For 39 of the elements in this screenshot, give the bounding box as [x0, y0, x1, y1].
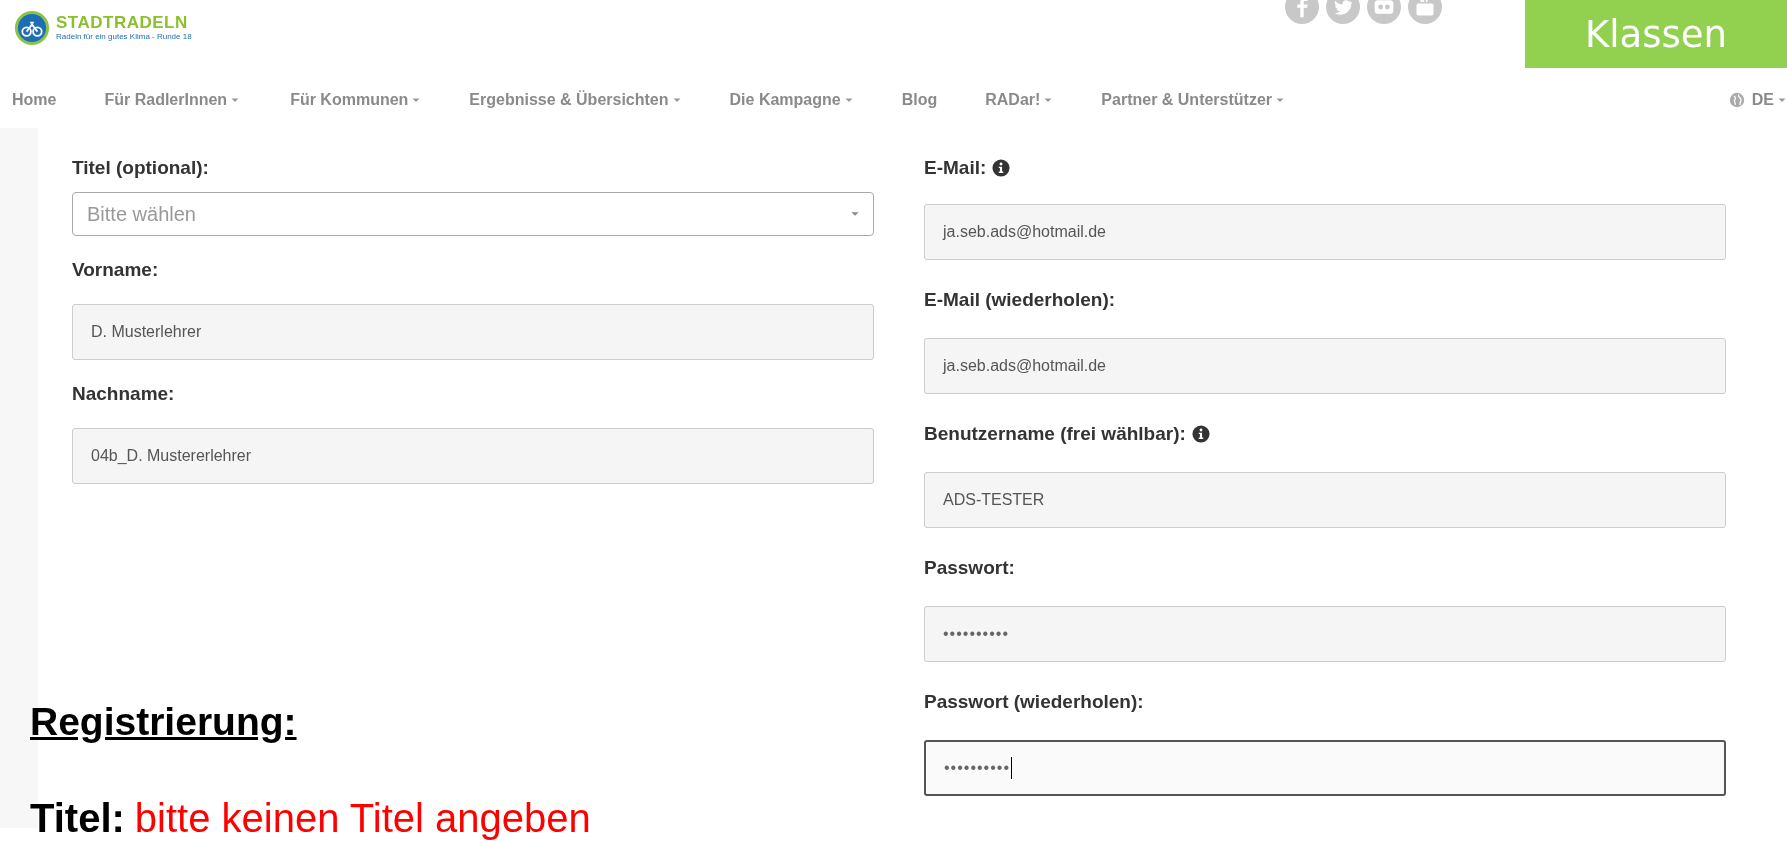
input-field[interactable]: ja.seb.ads@hotmail.de — [924, 204, 1726, 260]
nav-link[interactable]: Home — [12, 91, 57, 109]
annotation-text: bitte keinen Titel angeben — [134, 796, 591, 840]
title-dropdown[interactable]: Bitte wählen — [72, 192, 874, 236]
field-label: Vorname: — [72, 259, 159, 281]
input-field[interactable]: ADS-TESTER — [924, 472, 1726, 528]
youtube-icon[interactable] — [1408, 0, 1442, 24]
annotation-label: Titel: — [30, 796, 125, 840]
classes-label: Klassen — [1525, 0, 1787, 68]
globe-icon — [1728, 92, 1745, 108]
field-label: Titel (optional): — [72, 157, 209, 179]
logo-icon[interactable] — [14, 10, 50, 46]
input-field[interactable]: 04b_D. Mustererlehrer — [72, 428, 874, 484]
field-label: Nachname: — [72, 383, 175, 405]
nav-link[interactable]: Ergebnisse & Übersichten — [469, 91, 682, 109]
field-label: Passwort (wiederholen): — [924, 691, 1144, 713]
facebook-icon[interactable] — [1285, 0, 1319, 24]
logo-tagline: Radeln für ein gutes Klima - Runde 18 — [56, 32, 192, 42]
input-field[interactable]: D. Musterlehrer — [72, 304, 874, 360]
nav-link[interactable]: RADar! — [985, 91, 1054, 109]
nav-link[interactable]: Die Kampagne — [729, 91, 854, 109]
language-menu[interactable]: DE — [1728, 91, 1787, 109]
nav-link[interactable]: Partner & Unterstützer — [1101, 91, 1286, 109]
info-icon[interactable] — [1191, 425, 1210, 443]
twitter-icon[interactable] — [1326, 0, 1360, 24]
annotation-heading: Registrierung: — [30, 700, 298, 744]
field-label: Passwort: — [924, 557, 1015, 579]
field-label: E-Mail (wiederholen): — [924, 289, 1116, 311]
nav-link[interactable]: Für RadlerInnen — [104, 91, 241, 109]
password-field[interactable]: •••••••••• — [924, 606, 1726, 662]
flickr-icon[interactable] — [1367, 0, 1401, 24]
info-icon[interactable] — [992, 159, 1011, 177]
password-field[interactable]: •••••••••• — [924, 740, 1726, 796]
field-label: E-Mail: — [924, 157, 987, 179]
field-label: Benutzername (frei wählbar): — [924, 423, 1186, 445]
nav-link[interactable]: Blog — [901, 91, 938, 109]
nav-link[interactable]: Für Kommunen — [290, 91, 422, 109]
input-field[interactable]: ja.seb.ads@hotmail.de — [924, 338, 1726, 394]
logo-wordmark[interactable]: STADTRADELN — [56, 14, 192, 32]
